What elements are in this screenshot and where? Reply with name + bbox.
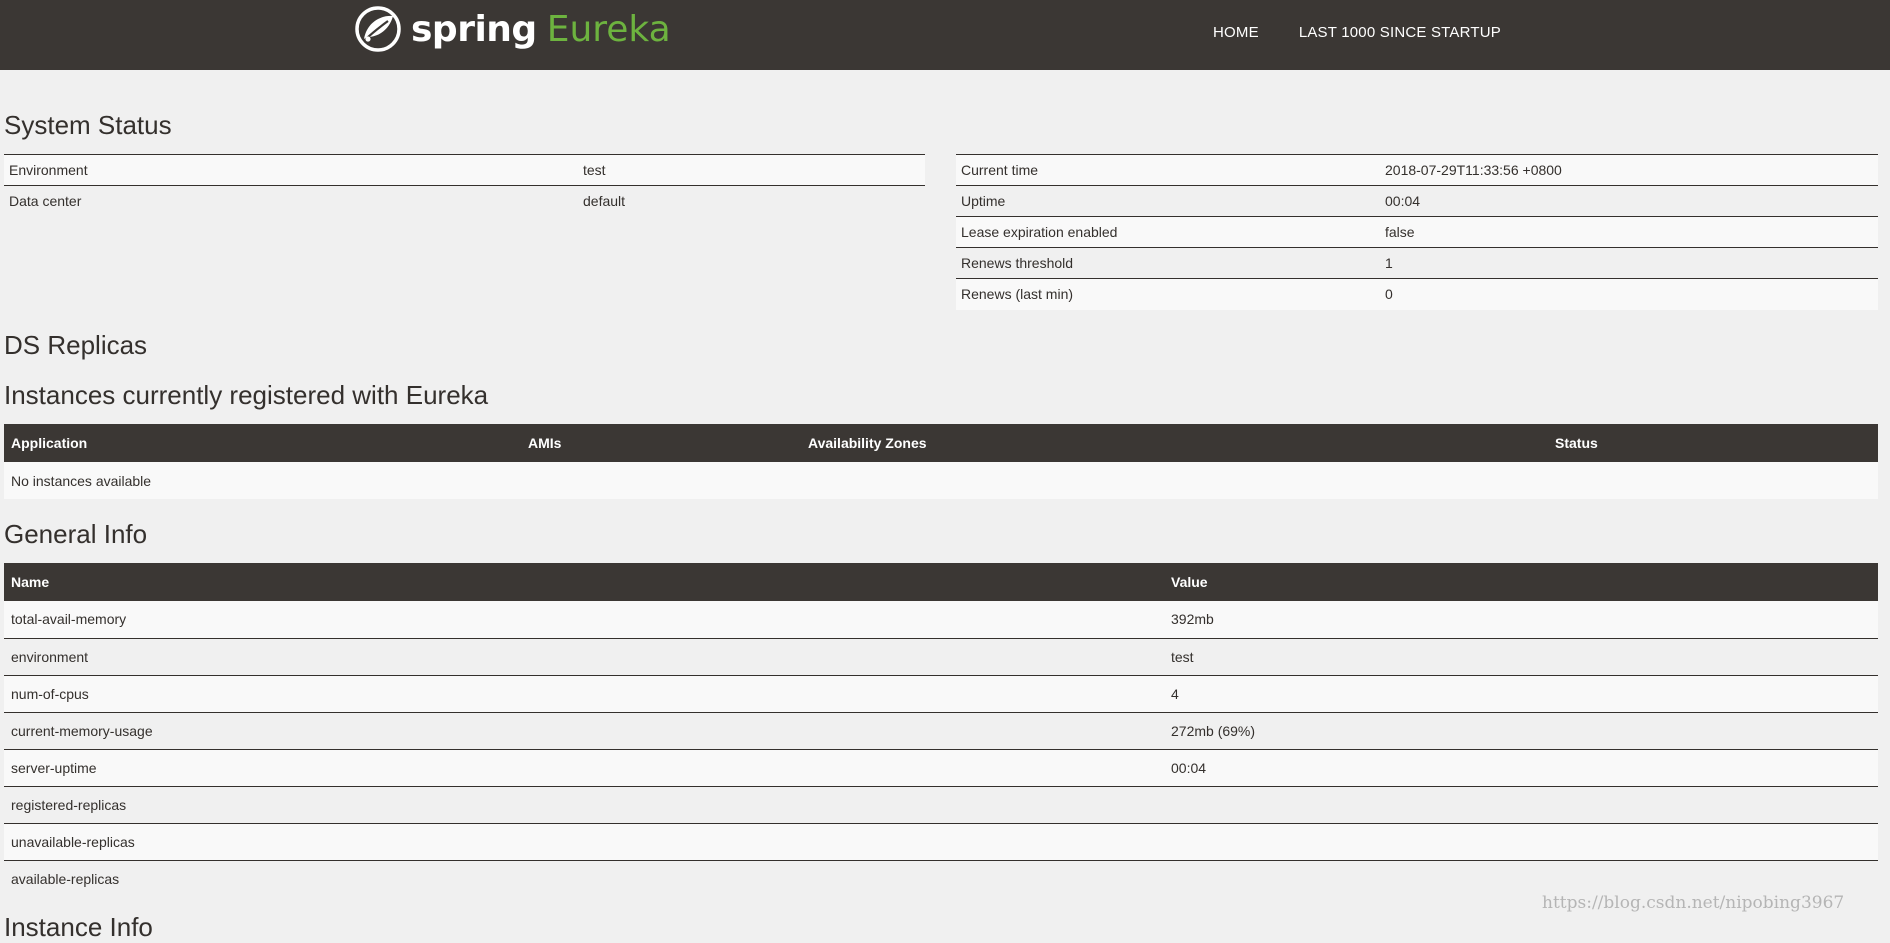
- nav-home-link[interactable]: HOME: [1213, 24, 1259, 41]
- info-name: num-of-cpus: [11, 685, 89, 702]
- info-name: current-memory-usage: [11, 722, 153, 739]
- watermark-text: https://blog.csdn.net/nipobing3967: [1542, 893, 1845, 913]
- info-value: [1164, 860, 1878, 897]
- status-row-renews-threshold: Renews threshold 1: [956, 247, 1878, 279]
- column-header-application: Application: [4, 424, 521, 462]
- instances-header-row: Application AMIs Availability Zones Stat…: [4, 424, 1878, 462]
- column-header-availability-zones: Availability Zones: [801, 424, 1548, 462]
- spring-leaf-icon: [355, 6, 401, 52]
- brand-eureka-text: Eureka: [546, 8, 671, 50]
- instances-heading: Instances currently registered with Eure…: [4, 380, 489, 410]
- info-row: total-avail-memory 392mb: [4, 601, 1878, 638]
- status-row-current-time: Current time 2018-07-29T11:33:56 +0800: [956, 154, 1878, 186]
- info-value: 00:04: [1171, 759, 1207, 776]
- info-row: available-replicas: [4, 860, 1878, 897]
- info-name: environment: [11, 648, 89, 665]
- status-row-lease-expiration: Lease expiration enabled false: [956, 216, 1878, 248]
- status-key: Data center: [9, 193, 82, 210]
- status-row-renews-last-min: Renews (last min) 0: [956, 278, 1878, 310]
- status-key: Environment: [9, 162, 88, 178]
- info-row: current-memory-usage 272mb (69%): [4, 712, 1878, 749]
- status-key: Renews threshold: [961, 255, 1074, 271]
- status-key: Uptime: [961, 193, 1006, 209]
- info-name: unavailable-replicas: [11, 833, 135, 850]
- info-row: server-uptime 00:04: [4, 749, 1878, 786]
- status-value: false: [1385, 224, 1415, 240]
- info-row: environment test: [4, 638, 1878, 675]
- column-header-name: Name: [4, 563, 1164, 601]
- navbar: spring Eureka HOME LAST 1000 SINCE START…: [0, 0, 1890, 70]
- nav-last-1000-link[interactable]: LAST 1000 SINCE STARTUP: [1299, 24, 1501, 41]
- info-row: unavailable-replicas: [4, 823, 1878, 860]
- brand-spring-text: spring: [411, 8, 537, 50]
- info-value: [1164, 786, 1878, 823]
- status-value: 2018-07-29T11:33:56 +0800: [1385, 162, 1562, 178]
- system-status-right-table: Current time 2018-07-29T11:33:56 +0800 U…: [956, 154, 1878, 310]
- general-info-table: Name Value total-avail-memory 392mb envi…: [4, 563, 1878, 897]
- status-key: Renews (last min): [961, 286, 1074, 303]
- general-info-heading: General Info: [4, 519, 148, 549]
- status-row-data-center: Data center default: [4, 185, 925, 217]
- info-value: [1164, 823, 1878, 860]
- info-row: registered-replicas: [4, 786, 1878, 823]
- status-row-environment: Environment test: [4, 154, 925, 186]
- no-instances-message: No instances available: [11, 472, 152, 489]
- info-value: 4: [1171, 685, 1179, 702]
- instance-info-heading: Instance Info: [4, 912, 153, 942]
- info-value: 272mb (69%): [1171, 722, 1256, 739]
- status-row-uptime: Uptime 00:04: [956, 185, 1878, 217]
- ds-replicas-heading: DS Replicas: [4, 330, 148, 360]
- status-value: 1: [1385, 255, 1393, 271]
- info-name: total-avail-memory: [11, 611, 127, 628]
- info-name: available-replicas: [11, 870, 120, 887]
- status-key: Current time: [961, 162, 1039, 178]
- general-info-header-row: Name Value: [4, 563, 1878, 601]
- instances-table: Application AMIs Availability Zones Stat…: [4, 424, 1878, 499]
- status-value: test: [583, 162, 606, 178]
- instances-empty-row: No instances available: [4, 462, 1878, 499]
- system-status-left-table: Environment test Data center default: [4, 154, 925, 217]
- info-name: server-uptime: [11, 759, 97, 776]
- status-value: 00:04: [1385, 193, 1421, 209]
- info-value: test: [1171, 648, 1194, 665]
- brand-logo-link[interactable]: spring Eureka: [355, 6, 671, 52]
- status-key: Lease expiration enabled: [961, 224, 1118, 240]
- info-value: 392mb: [1171, 611, 1214, 628]
- info-name: registered-replicas: [11, 796, 127, 813]
- status-value: default: [583, 193, 626, 210]
- column-header-value: Value: [1164, 563, 1878, 601]
- column-header-amis: AMIs: [521, 424, 801, 462]
- status-value: 0: [1385, 286, 1393, 303]
- system-status-heading: System Status: [4, 110, 172, 140]
- column-header-status: Status: [1548, 424, 1878, 462]
- nav-links: HOME LAST 1000 SINCE STARTUP: [1213, 0, 1501, 64]
- info-row: num-of-cpus 4: [4, 675, 1878, 712]
